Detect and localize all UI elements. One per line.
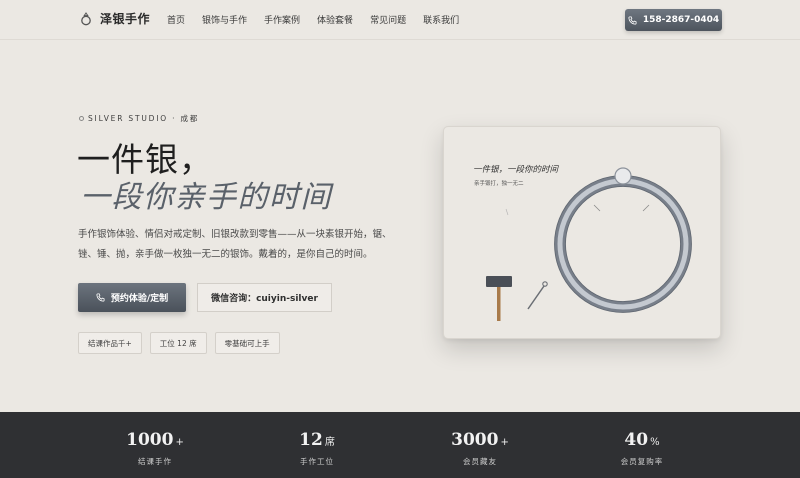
hammer-icon [486, 276, 512, 321]
card-title: 一件银，一段你的时间 [473, 165, 559, 175]
stat-item: 40% 会员复购率 [582, 430, 702, 467]
silver-ring-icon [554, 167, 692, 313]
stat-value: 1000 + [126, 430, 184, 450]
sparkle-line [505, 208, 509, 216]
main-nav: 首页 银饰与手作 手作案例 体验套餐 常见问题 联系我们 [167, 13, 459, 26]
hero-tags: 结课作品千+ 工位 12 席 零基础可上手 [78, 332, 280, 354]
card-subtitle: 亲手锻打，独一无二 [474, 181, 524, 187]
ring-icon [81, 11, 91, 25]
book-experience-label: 预约体验/定制 [110, 294, 169, 304]
stat-value: 12 席 [299, 430, 335, 450]
phone-icon [96, 293, 105, 302]
awl-icon [527, 281, 548, 310]
hero-illustration-card: 一件银，一段你的时间 亲手锻打，独一无二 [443, 126, 721, 339]
stat-value: 40% [624, 430, 660, 450]
craft-illustration [486, 167, 692, 321]
phone-number: 158-2867-0404 [642, 15, 720, 25]
tag-workstations: 工位 12 席 [149, 332, 207, 354]
site-header: 泽银手作 首页 银饰与手作 手作案例 体验套餐 常见问题 联系我们 158-28… [0, 0, 800, 40]
tag-beginner-friendly: 零基础可上手 [214, 332, 280, 354]
sparkle-line [642, 204, 650, 212]
phone-icon [628, 15, 637, 25]
phone-button[interactable]: 158-2867-0404 [625, 9, 722, 31]
circle-dot-icon [79, 116, 84, 121]
sparkle-line [593, 204, 601, 212]
nav-item-contact[interactable]: 联系我们 [423, 13, 459, 26]
nav-item-packages[interactable]: 体验套餐 [317, 13, 353, 26]
stat-label: 结课手作 [138, 457, 172, 466]
stat-value: 3000 + [451, 430, 509, 450]
stat-item: 1000 + 结课手作 [95, 430, 215, 467]
stat-label: 手作工位 [300, 457, 334, 466]
brand-name: 泽银手作 [100, 12, 151, 26]
book-experience-button[interactable]: 预约体验/定制 [78, 283, 186, 312]
hero-description: 手作银饰体验、情侣对戒定制、旧银改款到零售——从一块素银开始，锯、锉、锤、抛，亲… [78, 229, 392, 260]
tag-works-count: 结课作品千+ [78, 332, 142, 354]
nav-item-faq[interactable]: 常见问题 [370, 13, 406, 26]
wechat-consult-button[interactable]: 微信咨询：cuiyin-silver [197, 283, 332, 312]
hero-title-line2: 一段你亲手的时间 [80, 180, 332, 215]
nav-item-home[interactable]: 首页 [167, 13, 185, 26]
stat-label: 会员复购率 [620, 457, 664, 466]
stat-label: 会员藏友 [463, 457, 497, 466]
stat-item: 12 席 手作工位 [257, 430, 377, 467]
nav-item-cases[interactable]: 手作案例 [264, 13, 300, 26]
eyebrow-text: SILVER STUDIO · 成都 [88, 114, 200, 123]
stats-band: 1000 + 结课手作 12 席 手作工位 3000 + 会员藏友 40% 会员复购率 [0, 412, 800, 478]
brand[interactable]: 泽银手作 [80, 10, 150, 27]
hero-eyebrow: SILVER STUDIO · 成都 [79, 113, 199, 124]
stat-item: 3000 + 会员藏友 [420, 430, 540, 467]
nav-item-silver-crafts[interactable]: 银饰与手作 [202, 13, 247, 26]
